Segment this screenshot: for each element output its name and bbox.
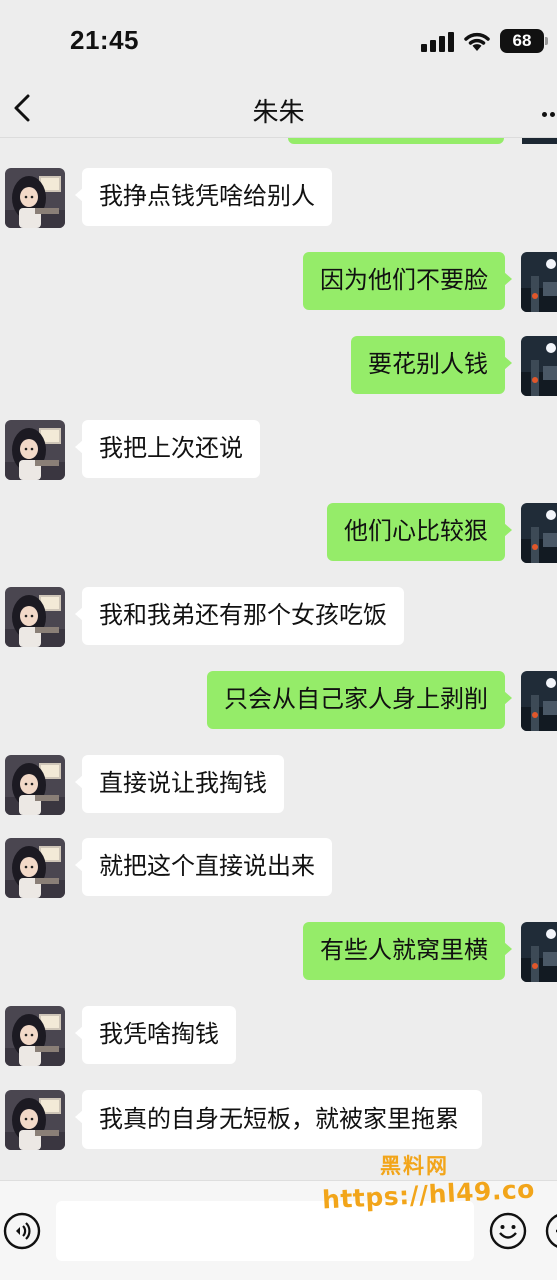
emoji-icon[interactable] xyxy=(489,1212,527,1250)
my-avatar[interactable] xyxy=(521,671,557,731)
my-avatar[interactable] xyxy=(521,336,557,396)
received-message[interactable]: 我凭啥掏钱 xyxy=(75,1006,236,1064)
status-bar: 21:45 68 xyxy=(0,0,557,80)
sent-message[interactable]: 他们心比较狠 xyxy=(327,503,512,561)
my-avatar[interactable] xyxy=(521,503,557,563)
more-options-icon[interactable] xyxy=(542,104,557,117)
chat-header: 朱朱 xyxy=(0,80,557,138)
sent-message[interactable]: 因为他们不要脸 xyxy=(303,252,512,310)
plus-icon[interactable] xyxy=(545,1212,557,1250)
received-message[interactable]: 我真的自身无短板，就被家里拖累 xyxy=(75,1090,482,1149)
voice-icon[interactable] xyxy=(3,1212,41,1250)
received-message[interactable]: 我把上次还说 xyxy=(75,420,260,478)
watermark-url: https://hl49.co xyxy=(321,1174,536,1215)
watermark: 黑料网 https://hl49.co xyxy=(321,1150,535,1215)
sent-message[interactable]: 只会从自己家人身上剥削 xyxy=(207,671,512,729)
contact-avatar[interactable] xyxy=(5,587,65,647)
battery-icon: 68 xyxy=(500,29,548,53)
contact-avatar[interactable] xyxy=(5,838,65,898)
chat-title: 朱朱 xyxy=(252,97,305,127)
my-avatar[interactable] xyxy=(521,922,557,982)
received-message[interactable]: 就把这个直接说出来 xyxy=(75,838,332,896)
sent-message[interactable]: 要花别人钱 xyxy=(351,336,512,394)
sent-message[interactable]: 有些人就窝里横 xyxy=(303,922,512,980)
contact-avatar[interactable] xyxy=(5,755,65,815)
received-message[interactable]: 直接说让我掏钱 xyxy=(75,755,284,813)
received-message[interactable]: 我挣点钱凭啥给别人 xyxy=(75,168,332,226)
battery-level: 68 xyxy=(512,31,532,50)
wifi-icon xyxy=(464,32,490,51)
message-input[interactable] xyxy=(56,1201,474,1261)
contact-avatar[interactable] xyxy=(5,1006,65,1066)
status-time: 21:45 xyxy=(70,25,139,55)
signal-icon xyxy=(421,32,455,52)
my-avatar[interactable] xyxy=(521,252,557,312)
contact-avatar[interactable] xyxy=(5,168,65,228)
contact-avatar[interactable] xyxy=(5,1090,65,1150)
contact-avatar[interactable] xyxy=(5,420,65,480)
received-message[interactable]: 我和我弟还有那个女孩吃饭 xyxy=(75,587,404,645)
